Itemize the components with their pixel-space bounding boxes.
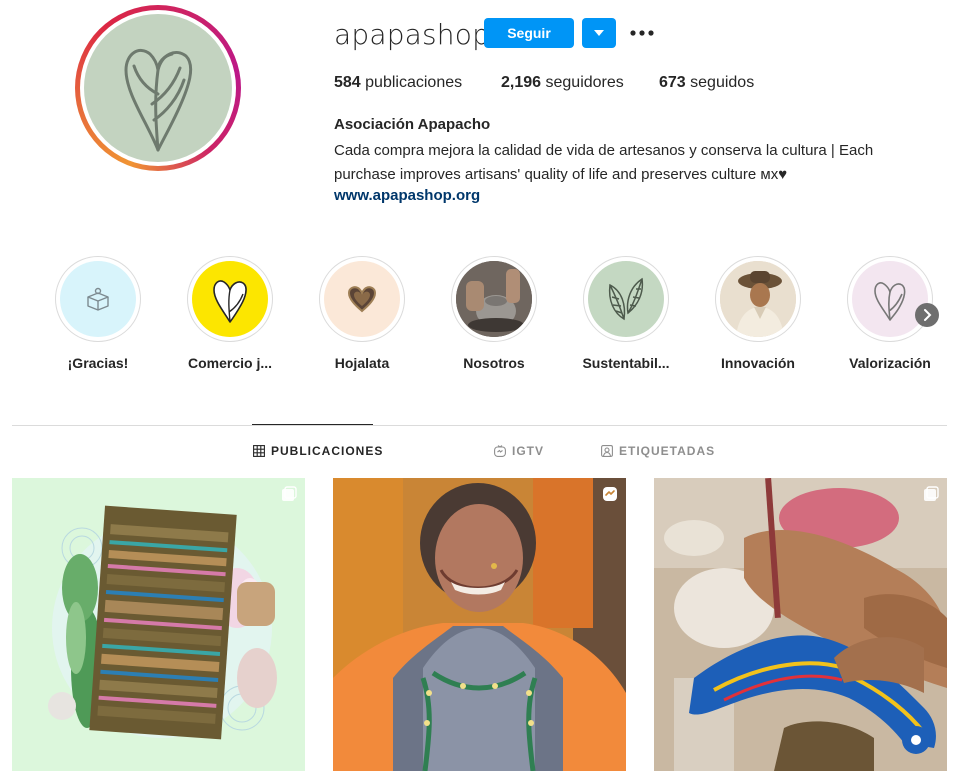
highlight-label: Comercio j... xyxy=(187,355,273,371)
gift-box-icon xyxy=(87,287,109,311)
highlight-ring xyxy=(451,256,537,342)
suggestions-dropdown-button[interactable] xyxy=(582,18,616,48)
post-thumbnail[interactable] xyxy=(654,478,947,771)
highlights-next-button[interactable] xyxy=(915,303,939,327)
ellipsis-icon xyxy=(630,30,654,36)
follow-button[interactable]: Seguir xyxy=(484,18,574,48)
posts-label: publicaciones xyxy=(365,74,463,91)
tagged-icon xyxy=(601,445,613,457)
profile-username: apapashop xyxy=(334,18,491,51)
tab-publicaciones[interactable]: PUBLICACIONES xyxy=(253,444,383,458)
tab-igtv[interactable]: IGTV xyxy=(494,444,544,458)
followers-label: seguidores xyxy=(545,74,624,91)
highlight-gracias[interactable]: ¡Gracias! xyxy=(53,256,143,371)
highlight-label: Hojalata xyxy=(334,355,390,371)
profile-website-link[interactable]: www.apapashop.org xyxy=(334,187,480,204)
highlight-innovacion[interactable]: Innovación xyxy=(713,256,803,371)
highlight-cover xyxy=(456,261,532,337)
highlight-hojalata[interactable]: Hojalata xyxy=(317,256,407,371)
highlight-cover xyxy=(852,261,928,337)
following-label: seguidos xyxy=(690,74,755,91)
profile-avatar-ring[interactable] xyxy=(75,5,241,171)
followers-stat[interactable]: 2,196 seguidores xyxy=(501,74,624,92)
more-options-button[interactable] xyxy=(628,22,656,44)
tab-label: PUBLICACIONES xyxy=(271,444,384,458)
leaves-icon xyxy=(608,277,644,321)
tabs-divider xyxy=(12,425,947,426)
pottery-photo xyxy=(456,261,532,337)
highlight-cover xyxy=(60,261,136,337)
avatar-gap xyxy=(80,10,236,166)
highlight-sustentabilidad[interactable]: Sustentabil... xyxy=(581,256,671,371)
posts-count: 584 xyxy=(334,74,361,91)
highlight-label: Valorización xyxy=(849,355,931,371)
grid-icon xyxy=(253,445,265,457)
highlight-label: Innovación xyxy=(721,355,795,371)
highlight-ring xyxy=(187,256,273,342)
avatar[interactable] xyxy=(84,14,232,162)
post-thumbnail[interactable] xyxy=(333,478,626,771)
tab-label: IGTV xyxy=(512,444,545,458)
heart-logo-icon xyxy=(874,282,906,321)
highlight-comercio[interactable]: Comercio j... xyxy=(185,256,275,371)
artisan-hat-photo xyxy=(720,261,796,337)
highlight-ring xyxy=(847,256,933,342)
heart-logo-icon xyxy=(213,280,247,323)
triangle-down-icon xyxy=(594,30,604,36)
highlight-label: ¡Gracias! xyxy=(67,355,129,371)
highlight-ring xyxy=(319,256,405,342)
igtv-icon xyxy=(494,445,506,457)
following-stat[interactable]: 673 seguidos xyxy=(659,74,754,92)
profile-bio: Cada compra mejora la calidad de vida de… xyxy=(334,142,874,183)
highlight-cover xyxy=(192,261,268,337)
post-thumbnail[interactable] xyxy=(12,478,305,771)
highlight-nosotros[interactable]: Nosotros xyxy=(449,256,539,371)
highlight-ring xyxy=(583,256,669,342)
followers-count: 2,196 xyxy=(501,74,542,91)
following-count: 673 xyxy=(659,74,686,91)
post-image-artisan-woman xyxy=(333,478,626,771)
chevron-right-icon xyxy=(924,309,932,321)
highlight-ring xyxy=(55,256,141,342)
post-image-textile xyxy=(12,478,305,771)
posts-stat: 584 publicaciones xyxy=(334,74,462,92)
post-image-alebrije-painting xyxy=(654,478,947,771)
highlight-cover xyxy=(324,261,400,337)
profile-full-name: Asociación Apapacho xyxy=(334,116,491,133)
highlight-cover xyxy=(720,261,796,337)
carousel-icon xyxy=(282,486,297,501)
tin-heart-icon xyxy=(347,286,377,313)
tab-etiquetadas[interactable]: ETIQUETADAS xyxy=(601,444,715,458)
highlight-ring xyxy=(715,256,801,342)
heart-logo-icon xyxy=(124,48,193,152)
highlight-label: Sustentabil... xyxy=(582,355,670,371)
active-tab-indicator xyxy=(252,424,373,425)
tab-label: ETIQUETADAS xyxy=(619,444,716,458)
highlight-cover xyxy=(588,261,664,337)
highlight-label: Nosotros xyxy=(463,355,525,371)
carousel-icon xyxy=(924,486,939,501)
reels-icon xyxy=(603,487,617,501)
